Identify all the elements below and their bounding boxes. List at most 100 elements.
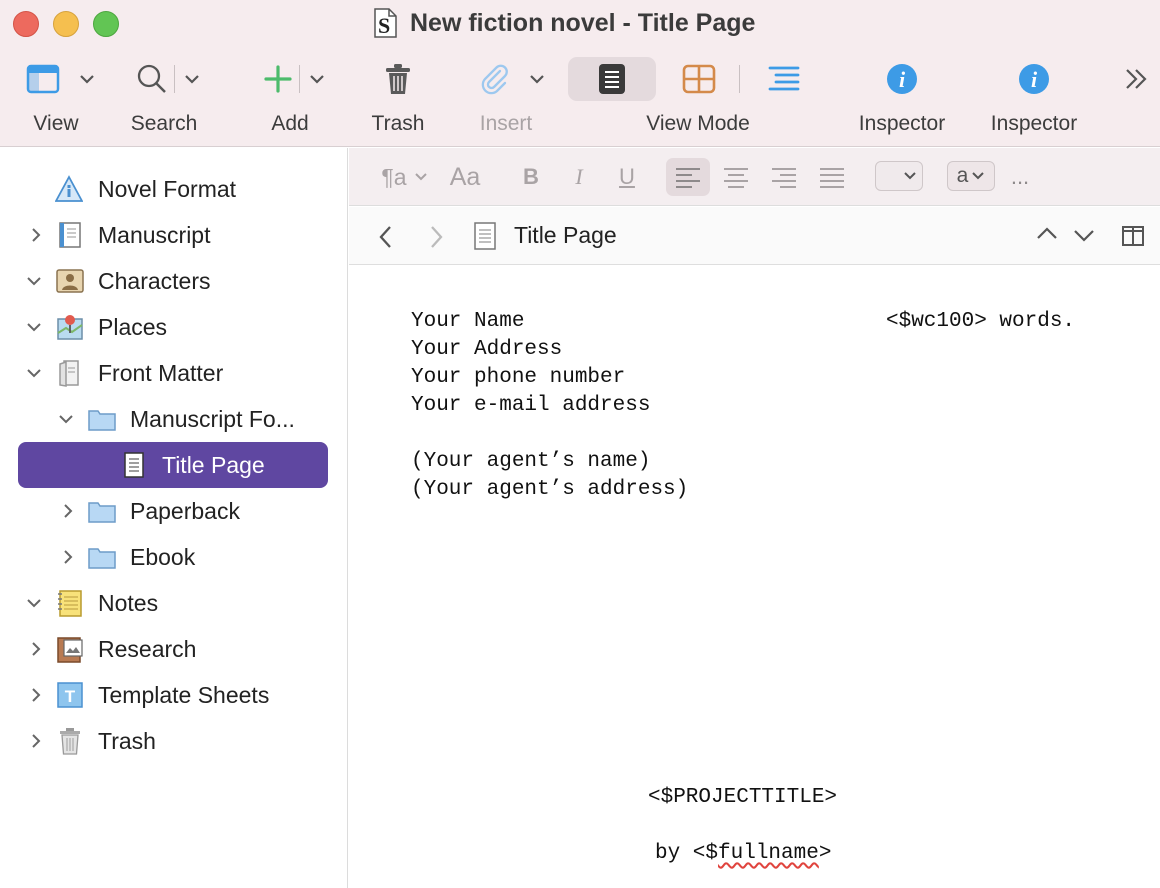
- more-format-button[interactable]: ...: [1005, 158, 1035, 196]
- binder-item-characters[interactable]: Characters: [0, 259, 348, 303]
- editor-text-area[interactable]: Your Name <$wc100> words. Your Address Y…: [349, 266, 1160, 888]
- binder-item-template-sheets[interactable]: T Template Sheets: [0, 673, 348, 717]
- byline-fullname-misspelled: fullname: [718, 842, 819, 865]
- align-right-button[interactable]: [769, 158, 799, 196]
- paragraph-style-button[interactable]: ¶a: [377, 158, 433, 196]
- agent-name-line: (Your agent’s name): [411, 450, 651, 473]
- add-button[interactable]: [263, 56, 328, 102]
- chevron-right-icon[interactable]: [26, 685, 46, 705]
- underline-button[interactable]: U: [613, 158, 641, 196]
- italic-glyph: I: [575, 164, 583, 189]
- minimize-window-button[interactable]: [53, 11, 79, 37]
- view-mode-label: View Mode: [646, 112, 750, 135]
- font-button[interactable]: Aa: [445, 158, 485, 196]
- author-email-line: Your e-mail address: [411, 394, 651, 417]
- chevron-down-icon[interactable]: [24, 271, 44, 291]
- inspector-label-2: Inspector: [990, 112, 1078, 135]
- forward-arrow-icon[interactable]: [425, 224, 447, 250]
- split-editor-icon[interactable]: [1121, 224, 1145, 248]
- binder-item-notes[interactable]: Notes: [0, 581, 348, 625]
- outliner-view-mode-button[interactable]: [768, 56, 800, 102]
- binder-label: Manuscript: [98, 222, 211, 248]
- inspector-button-1[interactable]: i: [885, 56, 919, 102]
- toolbar-overflow-button[interactable]: [1122, 56, 1150, 102]
- binder-sidebar: Novel Format Manuscript Characters Place…: [0, 148, 348, 888]
- inspector-button-2[interactable]: i: [1017, 56, 1051, 102]
- document-mode-icon: [599, 64, 625, 94]
- character-card-icon: [56, 269, 84, 293]
- binder-item-manuscript-format[interactable]: Manuscript Fo...: [0, 397, 348, 441]
- svg-text:i: i: [1031, 67, 1038, 92]
- binder-label: Trash: [98, 728, 156, 754]
- insert-label: Insert: [479, 112, 533, 135]
- insert-button[interactable]: [478, 56, 548, 102]
- sidebar-layout-icon: [26, 64, 60, 94]
- close-window-button[interactable]: [13, 11, 39, 37]
- chevron-down-icon: [310, 75, 324, 84]
- chevron-down-icon[interactable]: [24, 593, 44, 613]
- chevron-right-icon[interactable]: [58, 547, 78, 567]
- trash-button[interactable]: [383, 56, 413, 102]
- folder-icon: [88, 502, 116, 523]
- search-button[interactable]: [136, 56, 203, 102]
- binder-label: Template Sheets: [98, 682, 270, 708]
- binder-label: Novel Format: [98, 176, 237, 202]
- zoom-window-button[interactable]: [93, 11, 119, 37]
- chevron-right-icon[interactable]: [26, 731, 46, 751]
- binder-item-trash[interactable]: Trash: [0, 719, 348, 763]
- corkboard-view-mode-button[interactable]: [682, 56, 716, 102]
- chevron-down-icon[interactable]: [56, 409, 76, 429]
- front-matter-folder-icon: [59, 360, 79, 387]
- double-chevron-right-icon: [1126, 69, 1147, 89]
- window-toolbar: S New fiction novel - Title Page View Se…: [0, 0, 1160, 147]
- italic-button[interactable]: I: [565, 158, 593, 196]
- align-left-icon: [676, 168, 700, 188]
- document-view-mode-button[interactable]: [597, 56, 627, 102]
- justify-button[interactable]: [817, 158, 847, 196]
- binder-item-research[interactable]: Research: [0, 627, 348, 671]
- author-name-line: Your Name: [411, 310, 525, 333]
- chevron-down-icon[interactable]: [24, 317, 44, 337]
- outline-lines-icon: [768, 66, 800, 91]
- svg-text:T: T: [65, 687, 76, 706]
- svg-text:S: S: [378, 13, 390, 38]
- corkboard-grid-icon: [682, 64, 716, 94]
- chevron-down-icon[interactable]: [24, 363, 44, 383]
- binder-label: Front Matter: [98, 360, 224, 386]
- binder-item-front-matter[interactable]: Front Matter: [0, 351, 348, 395]
- binder-item-paperback[interactable]: Paperback: [0, 489, 348, 533]
- binder-item-manuscript[interactable]: Manuscript: [0, 213, 348, 257]
- binder-label: Research: [98, 636, 197, 662]
- chevron-right-icon[interactable]: [26, 639, 46, 659]
- text-color-value: a: [956, 164, 969, 187]
- text-color-select[interactable]: a: [947, 161, 995, 191]
- align-left-button[interactable]: [666, 158, 710, 196]
- window-title-area: S New fiction novel - Title Page: [370, 6, 755, 40]
- chevron-up-icon[interactable]: [1035, 224, 1059, 244]
- text-document-icon: [474, 222, 496, 250]
- chevron-right-icon[interactable]: [58, 501, 78, 521]
- binder-item-novel-format[interactable]: Novel Format: [0, 167, 348, 211]
- binder-item-title-page[interactable]: Title Page: [0, 442, 348, 488]
- align-center-button[interactable]: [721, 158, 751, 196]
- binder-item-places[interactable]: Places: [0, 305, 348, 349]
- chevron-down-icon: [904, 172, 916, 180]
- binder-label: Notes: [98, 590, 159, 616]
- line-spacing-select[interactable]: [875, 161, 923, 191]
- view-button[interactable]: [26, 56, 98, 102]
- binder-label: Paperback: [130, 498, 240, 524]
- add-label: Add: [271, 112, 309, 135]
- word-count-line: <$wc100> words.: [886, 310, 1076, 333]
- editor-header-bar: Title Page: [349, 207, 1160, 265]
- back-arrow-icon[interactable]: [375, 224, 397, 250]
- search-label: Search: [130, 112, 198, 135]
- info-icon: i: [887, 64, 917, 94]
- binder-label: Title Page: [162, 452, 265, 478]
- chevron-down-icon[interactable]: [1072, 226, 1096, 246]
- view-label: View: [33, 112, 79, 135]
- chevron-right-icon[interactable]: [26, 225, 46, 245]
- project-title-line: <$PROJECTTITLE>: [648, 786, 838, 809]
- binder-item-ebook[interactable]: Ebook: [0, 535, 348, 579]
- bold-button[interactable]: B: [517, 158, 545, 196]
- trash-can-icon: [386, 64, 410, 94]
